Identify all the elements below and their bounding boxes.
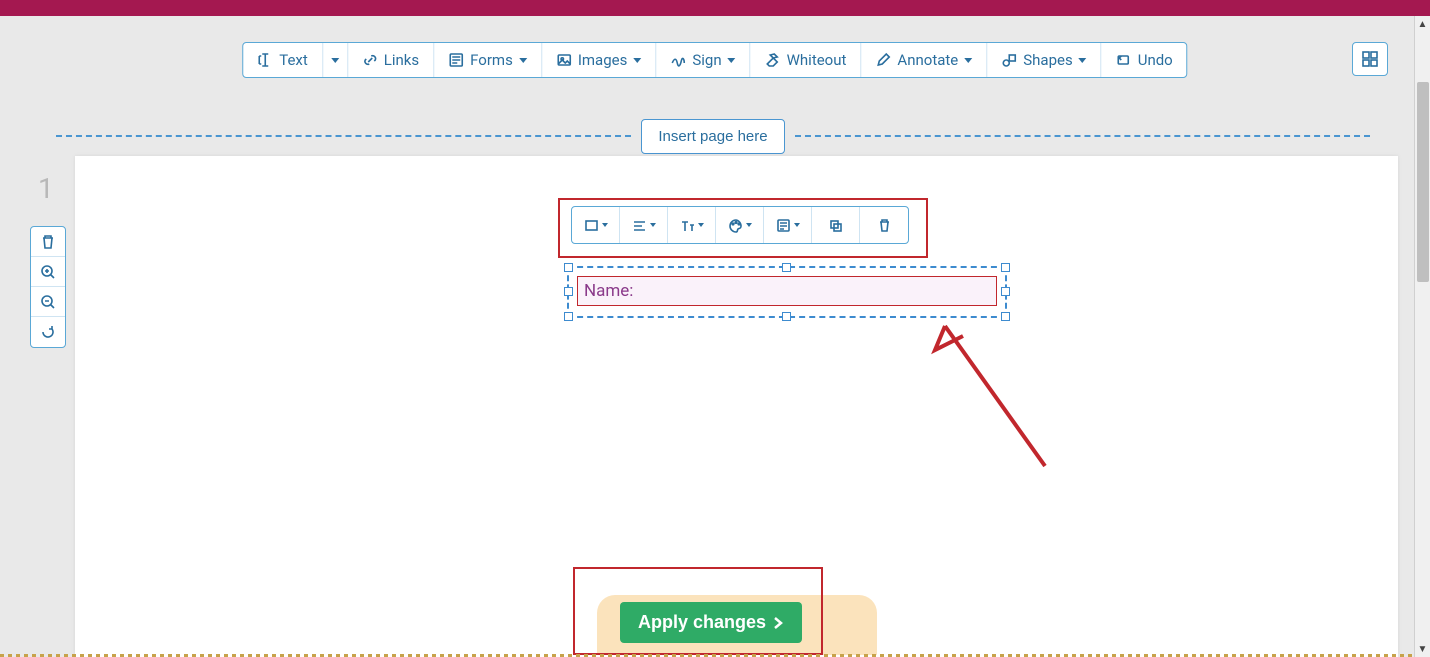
copy-icon	[828, 218, 843, 233]
zoom-in-button[interactable]	[31, 257, 65, 287]
shapes-tool-button[interactable]: Shapes	[987, 43, 1101, 77]
chevron-down-icon	[650, 223, 656, 227]
side-toolbar	[30, 226, 66, 348]
text-tool-label: Text	[279, 51, 308, 69]
undo-label: Undo	[1138, 51, 1173, 69]
pencil-icon	[875, 52, 891, 68]
scroll-up-arrow[interactable]: ▲	[1415, 16, 1430, 32]
page-number: 1	[38, 172, 54, 205]
chevron-down-icon	[1079, 58, 1087, 63]
sign-tool-button[interactable]: Sign	[656, 43, 750, 77]
chevron-down-icon	[746, 223, 752, 227]
text-tool-dropdown[interactable]	[323, 43, 348, 77]
grid-view-button[interactable]	[1352, 42, 1388, 76]
resize-handle[interactable]	[1001, 263, 1010, 272]
eraser-icon	[765, 52, 781, 68]
app-title-bar	[0, 0, 1430, 16]
field-properties-button[interactable]	[764, 207, 812, 243]
whiteout-tool-button[interactable]: Whiteout	[751, 43, 862, 77]
whiteout-tool-label: Whiteout	[787, 51, 847, 69]
chevron-down-icon	[331, 58, 339, 63]
divider	[56, 135, 631, 137]
delete-page-button[interactable]	[31, 227, 65, 257]
apply-changes-label: Apply changes	[638, 612, 766, 633]
resize-handle[interactable]	[564, 263, 573, 272]
links-tool-label: Links	[384, 51, 419, 69]
trash-icon	[40, 234, 56, 250]
zoom-in-icon	[40, 264, 56, 280]
field-duplicate-button[interactable]	[812, 207, 860, 243]
trash-icon	[877, 218, 892, 233]
chevron-down-icon	[633, 58, 641, 63]
list-icon	[776, 218, 791, 233]
palette-icon	[728, 218, 743, 233]
annotate-tool-button[interactable]: Annotate	[861, 43, 987, 77]
resize-handle[interactable]	[1001, 287, 1010, 296]
zoom-out-icon	[40, 294, 56, 310]
form-icon	[448, 52, 464, 68]
insert-page-row: Insert page here	[56, 116, 1370, 156]
divider	[795, 135, 1370, 137]
chevron-down-icon	[964, 58, 972, 63]
chevron-right-icon	[772, 616, 784, 630]
chevron-down-icon	[698, 223, 704, 227]
resize-handle[interactable]	[564, 312, 573, 321]
form-text-field[interactable]: Name:	[577, 276, 997, 306]
grid-icon	[1361, 50, 1379, 68]
field-border-button[interactable]	[572, 207, 620, 243]
resize-handle[interactable]	[564, 287, 573, 296]
scroll-thumb[interactable]	[1417, 82, 1429, 282]
field-floating-toolbar	[571, 206, 909, 244]
text-size-icon	[680, 218, 695, 233]
shapes-icon	[1001, 52, 1017, 68]
undo-button[interactable]: Undo	[1102, 43, 1187, 77]
field-delete-button[interactable]	[860, 207, 908, 243]
signature-icon	[670, 52, 686, 68]
images-tool-label: Images	[578, 51, 628, 69]
vertical-scrollbar[interactable]: ▲ ▼	[1414, 16, 1430, 657]
link-icon	[362, 52, 378, 68]
shapes-tool-label: Shapes	[1023, 51, 1072, 69]
forms-tool-label: Forms	[470, 51, 513, 69]
form-field-label: Name:	[584, 281, 633, 301]
field-color-button[interactable]	[716, 207, 764, 243]
field-align-button[interactable]	[620, 207, 668, 243]
align-icon	[632, 218, 647, 233]
rectangle-icon	[584, 218, 599, 233]
apply-changes-button[interactable]: Apply changes	[620, 602, 802, 643]
rotate-button[interactable]	[31, 317, 65, 347]
chevron-down-icon	[519, 58, 527, 63]
sign-tool-label: Sign	[692, 51, 721, 69]
document-page[interactable]: Name: Apply changes	[75, 156, 1398, 657]
rotate-icon	[40, 324, 56, 340]
chevron-down-icon	[602, 223, 608, 227]
insert-page-button[interactable]: Insert page here	[641, 119, 784, 154]
text-tool-button[interactable]: Text	[243, 43, 323, 77]
image-icon	[556, 52, 572, 68]
images-tool-button[interactable]: Images	[542, 43, 657, 77]
annotate-tool-label: Annotate	[897, 51, 958, 69]
resize-handle[interactable]	[782, 312, 791, 321]
undo-icon	[1116, 52, 1132, 68]
zoom-out-button[interactable]	[31, 287, 65, 317]
chevron-down-icon	[794, 223, 800, 227]
annotation-arrow	[925, 316, 1065, 476]
resize-handle[interactable]	[1001, 312, 1010, 321]
main-toolbar: Text Links Forms Images Sign Whiteout	[242, 42, 1187, 78]
workspace: Text Links Forms Images Sign Whiteout	[0, 16, 1430, 657]
text-cursor-icon	[257, 52, 273, 68]
chevron-down-icon	[728, 58, 736, 63]
links-tool-button[interactable]: Links	[348, 43, 434, 77]
scroll-down-arrow[interactable]: ▼	[1415, 641, 1430, 657]
field-fontsize-button[interactable]	[668, 207, 716, 243]
resize-handle[interactable]	[782, 263, 791, 272]
forms-tool-button[interactable]: Forms	[434, 43, 542, 77]
